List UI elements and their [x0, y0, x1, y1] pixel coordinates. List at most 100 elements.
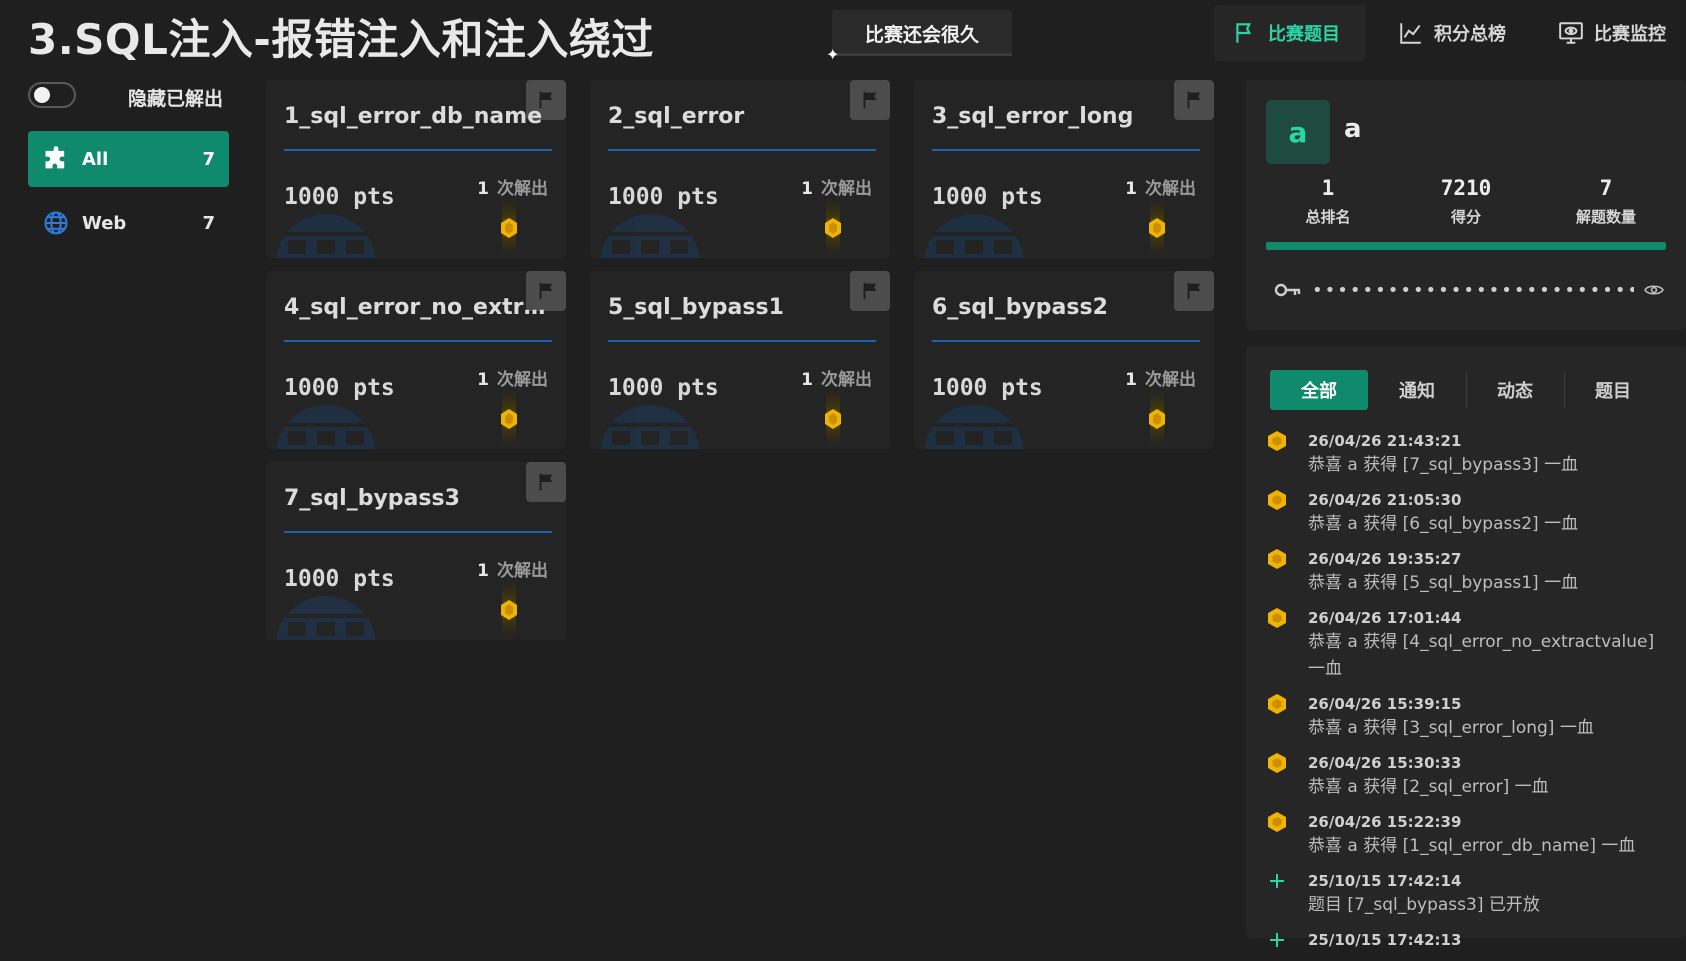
first-blood-medal-icon [825, 389, 841, 447]
event-time: 26/04/26 21:05:30 [1308, 491, 1462, 509]
divider [608, 149, 876, 151]
challenge-name: 2_sql_error [608, 104, 745, 129]
flag-icon [1236, 23, 1252, 43]
event-item: 25/10/15 17:42:14 题目 [7_sql_bypass3] 已开放 [1266, 870, 1666, 919]
challenge-card[interactable]: 7_sql_bypass3 1000 pts 1 次解出 [266, 462, 566, 640]
solve-count: 1 次解出 [801, 365, 872, 390]
rank-value: 1 [1321, 176, 1335, 200]
username: a [1344, 114, 1362, 144]
countdown-bar [832, 53, 1012, 56]
eye-icon[interactable] [1644, 283, 1664, 297]
event-item: 26/04/26 15:30:33 恭喜 a 获得 [2_sql_error] 一… [1266, 752, 1666, 801]
stat-score: 7210 得分 [1406, 176, 1526, 227]
category-web-label: Web [82, 212, 127, 234]
challenge-points: 1000 pts [932, 184, 1043, 210]
hide-solved-toggle[interactable] [28, 82, 76, 108]
progress-bar [1266, 242, 1666, 250]
tab-all[interactable]: 全部 [1270, 370, 1368, 410]
challenge-name: 1_sql_error_db_name [284, 104, 543, 129]
divider [932, 340, 1200, 342]
category-all-count: 7 [202, 148, 215, 170]
category-web[interactable]: Web 7 [28, 195, 229, 251]
solved-value: 7 [1599, 176, 1613, 200]
event-item: 25/10/15 17:42:13 [1266, 929, 1666, 951]
challenge-name: 7_sql_bypass3 [284, 486, 460, 511]
event-time: 26/04/26 17:01:44 [1308, 609, 1462, 627]
solve-unit: 次解出 [1145, 370, 1196, 390]
first-blood-medal-icon [1149, 198, 1165, 256]
solve-unit: 次解出 [497, 561, 548, 581]
tab-challenges[interactable]: 题目 [1564, 370, 1662, 410]
event-time: 26/04/26 21:43:21 [1308, 432, 1462, 450]
event-time: 26/04/26 15:39:15 [1308, 695, 1462, 713]
nav-scoreboard[interactable]: 积分总榜 [1380, 5, 1544, 61]
first-blood-medal-icon [1149, 389, 1165, 447]
solve-unit: 次解出 [497, 370, 548, 390]
challenge-points: 1000 pts [284, 566, 395, 592]
challenge-points: 1000 pts [608, 184, 719, 210]
category-web-count: 7 [202, 212, 215, 234]
tab-notice[interactable]: 通知 [1368, 370, 1466, 410]
challenge-card[interactable]: 3_sql_error_long 1000 pts 1 次解出 [914, 80, 1214, 258]
first-blood-icon [1268, 753, 1286, 773]
hide-solved-label: 隐藏已解出 [128, 88, 224, 110]
challenge-card[interactable]: 2_sql_error 1000 pts 1 次解出 [590, 80, 890, 258]
stat-rank: 1 总排名 [1268, 176, 1388, 227]
page-title: 3.SQL注入-报错注入和注入绕过 [28, 15, 654, 64]
progress-fill [1266, 242, 1666, 250]
chart-line-icon [1400, 23, 1421, 44]
score-label: 得分 [1450, 208, 1481, 226]
stat-solved: 7 解题数量 [1546, 176, 1666, 227]
token-row: •••••••••••••••••••••••••••••• [1274, 278, 1664, 302]
event-time: 26/04/26 15:30:33 [1308, 754, 1462, 772]
category-all[interactable]: All 7 [28, 131, 229, 187]
solve-number: 1 [477, 370, 489, 390]
nav-challenges-label: 比赛题目 [1268, 24, 1340, 45]
nav-monitor[interactable]: 比赛监控 [1540, 5, 1686, 61]
solve-count: 1 次解出 [477, 365, 548, 390]
first-blood-medal-icon [501, 198, 517, 256]
plus-icon [1270, 933, 1284, 947]
solve-number: 1 [801, 370, 813, 390]
profile-panel: a a 1 总排名 7210 得分 7 解题数量 •••••••••••••••… [1246, 80, 1686, 330]
challenge-card[interactable]: 4_sql_error_no_extract... 1000 pts 1 次解出 [266, 271, 566, 449]
countdown-status: 比赛还会很久 ✦ [826, 10, 1012, 63]
nav-challenges[interactable]: 比赛题目 [1214, 5, 1366, 61]
event-text: 恭喜 a 获得 [2_sql_error] 一血 [1308, 777, 1549, 797]
solve-count: 1 次解出 [1125, 174, 1196, 199]
first-blood-medal-icon [825, 198, 841, 256]
first-blood-medal-icon [501, 580, 517, 638]
tab-activity[interactable]: 动态 [1466, 370, 1564, 410]
first-blood-icon [1268, 812, 1286, 832]
nav-scoreboard-label: 积分总榜 [1434, 24, 1506, 45]
divider [932, 149, 1200, 151]
event-text: 恭喜 a 获得 [3_sql_error_long] 一血 [1308, 718, 1594, 738]
challenge-card[interactable]: 6_sql_bypass2 1000 pts 1 次解出 [914, 271, 1214, 449]
event-time: 26/04/26 19:35:27 [1308, 550, 1462, 568]
challenge-points: 1000 pts [284, 375, 395, 401]
event-text: 题目 [7_sql_bypass3] 已开放 [1308, 895, 1540, 915]
divider [284, 149, 552, 151]
activity-panel: 全部 通知 动态 题目 26/04/26 21:43:21 恭喜 a 获得 [7_… [1246, 346, 1686, 949]
event-text: 恭喜 a 获得 [5_sql_bypass1] 一血 [1308, 573, 1579, 593]
event-item: 26/04/26 21:05:30 恭喜 a 获得 [6_sql_bypass2]… [1266, 489, 1666, 538]
divider [608, 340, 876, 342]
score-value: 7210 [1440, 176, 1492, 200]
event-item: 26/04/26 15:22:39 恭喜 a 获得 [1_sql_error_db… [1266, 811, 1666, 860]
divider [284, 340, 552, 342]
countdown-text: 比赛还会很久 [864, 23, 979, 46]
first-blood-icon [1268, 694, 1286, 714]
solve-count: 1 次解出 [477, 174, 548, 199]
solve-number: 1 [1125, 179, 1137, 199]
event-time: 26/04/26 15:22:39 [1308, 813, 1462, 831]
feed-tabs: 全部 通知 动态 题目 [1270, 370, 1662, 410]
first-blood-icon [1268, 490, 1286, 510]
challenge-card[interactable]: 5_sql_bypass1 1000 pts 1 次解出 [590, 271, 890, 449]
solve-number: 1 [477, 561, 489, 581]
challenge-card[interactable]: 1_sql_error_db_name 1000 pts 1 次解出 [266, 80, 566, 258]
token-masked: •••••••••••••••••••••••••••••• [1312, 279, 1634, 301]
event-text: 恭喜 a 获得 [1_sql_error_db_name] 一血 [1308, 836, 1636, 856]
challenge-points: 1000 pts [284, 184, 395, 210]
monitor-eye-icon [1559, 22, 1583, 44]
first-blood-icon [1268, 431, 1286, 451]
